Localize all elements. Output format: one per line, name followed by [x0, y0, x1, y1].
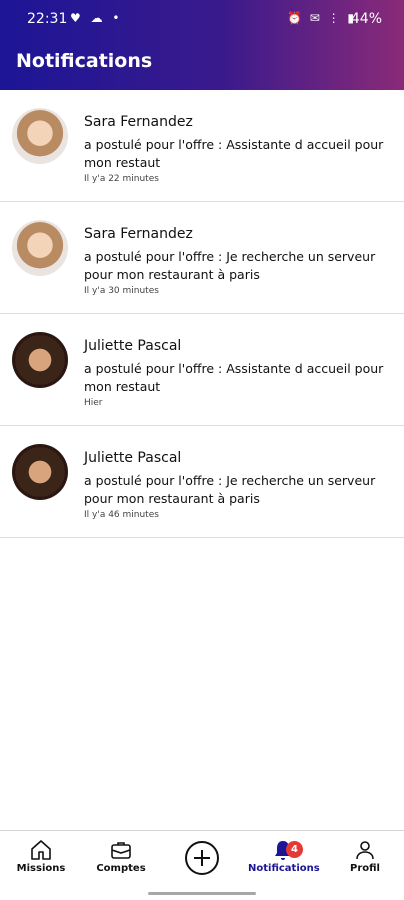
status-system-icons: ⏰ ✉ ⋮ ▮ [286, 11, 356, 25]
user-icon [330, 837, 400, 863]
nav-notifications[interactable]: 4 Notifications [248, 837, 320, 874]
briefcase-icon [86, 837, 156, 863]
notification-message: a postulé pour l'offre : Je recherche un… [84, 249, 376, 282]
applicant-name: Juliette Pascal [84, 450, 182, 466]
notification-list: Sara Fernandez a postulé pour l'offre : … [0, 90, 404, 538]
avatar [12, 220, 68, 276]
nav-missions[interactable]: Missions [6, 837, 76, 874]
battery-level: 44% [350, 11, 382, 27]
notification-item[interactable]: Juliette Pascal a postulé pour l'offre :… [0, 314, 404, 426]
nav-profil-label: Profil [350, 863, 380, 874]
status-time: 22:31 [27, 11, 68, 27]
home-icon [6, 837, 76, 863]
applicant-name: Juliette Pascal [84, 338, 182, 354]
notification-message: a postulé pour l'offre : Assistante d ac… [84, 137, 384, 170]
nav-comptes-label: Comptes [96, 863, 146, 874]
status-notification-icons: ♥ ☁ • [70, 11, 123, 25]
nav-notifications-label: Notifications [248, 863, 320, 874]
avatar [12, 444, 68, 500]
notification-message: a postulé pour l'offre : Je recherche un… [84, 473, 376, 506]
nav-comptes[interactable]: Comptes [86, 837, 156, 874]
notification-time: Il y'a 22 minutes [84, 174, 159, 184]
applicant-name: Sara Fernandez [84, 226, 193, 242]
notification-item[interactable]: Juliette Pascal a postulé pour l'offre :… [0, 426, 404, 538]
avatar [12, 108, 68, 164]
notification-item[interactable]: Sara Fernandez a postulé pour l'offre : … [0, 202, 404, 314]
bell-icon [248, 837, 318, 863]
nav-profil[interactable]: Profil [330, 837, 400, 874]
notification-message: a postulé pour l'offre : Assistante d ac… [84, 361, 384, 394]
notification-time: Hier [84, 398, 103, 408]
bottom-navigation: Missions Comptes 4 Notifications Profil [0, 830, 404, 887]
notification-count-badge: 4 [286, 841, 303, 858]
page-title: Notifications [16, 50, 153, 72]
avatar [12, 332, 68, 388]
notification-time: Il y'a 46 minutes [84, 510, 159, 520]
add-button[interactable] [185, 841, 219, 875]
notification-item[interactable]: Sara Fernandez a postulé pour l'offre : … [0, 90, 404, 202]
status-bar: 22:31 ♥ ☁ • ⏰ ✉ ⋮ ▮ 44% [0, 0, 404, 38]
home-indicator[interactable] [148, 892, 256, 895]
notification-time: Il y'a 30 minutes [84, 286, 159, 296]
nav-missions-label: Missions [16, 863, 66, 874]
applicant-name: Sara Fernandez [84, 114, 193, 130]
app-header: 22:31 ♥ ☁ • ⏰ ✉ ⋮ ▮ 44% Notifications [0, 0, 404, 90]
